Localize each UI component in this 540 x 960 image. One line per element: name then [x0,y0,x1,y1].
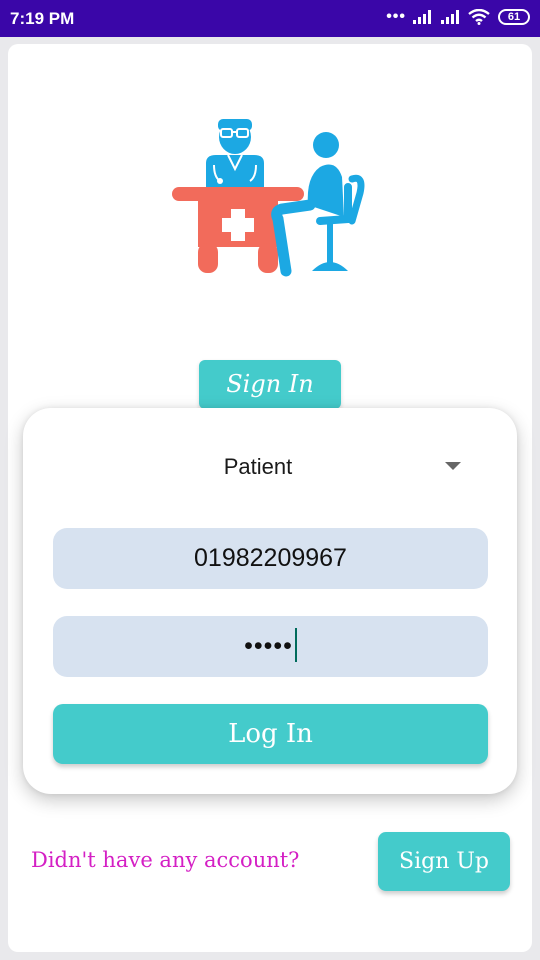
status-icons: ••• 61 [386,8,530,26]
text-cursor [294,628,297,663]
battery-icon: 61 [498,9,530,25]
sign-up-button[interactable]: Sign Up [378,832,510,891]
signal-bars-icon [441,10,459,24]
role-dropdown[interactable]: Patient [53,444,463,492]
more-notifications-icon: ••• [386,8,406,25]
role-selected-value: Patient [223,454,293,479]
sign-in-tab[interactable]: Sign In [199,360,341,409]
log-in-button[interactable]: Log In [53,704,488,764]
status-time: 7:19 PM [10,9,75,28]
status-bar: 7:19 PM ••• 61 [0,0,540,37]
signal-bars-icon [413,10,431,24]
password-masked-value: ••••• [244,632,293,660]
phone-number-field[interactable]: 01982209967 [53,528,488,589]
login-panel: Patient 01982209967 ••••• Log In [23,408,517,794]
chevron-down-icon [445,462,461,470]
doctor-patient-consultation-icon [172,119,365,277]
phone-number-value: 01982209967 [194,544,347,572]
no-account-prompt[interactable]: Didn't have any account? [31,848,299,872]
wifi-icon [468,9,490,25]
password-field[interactable]: ••••• [53,616,488,677]
